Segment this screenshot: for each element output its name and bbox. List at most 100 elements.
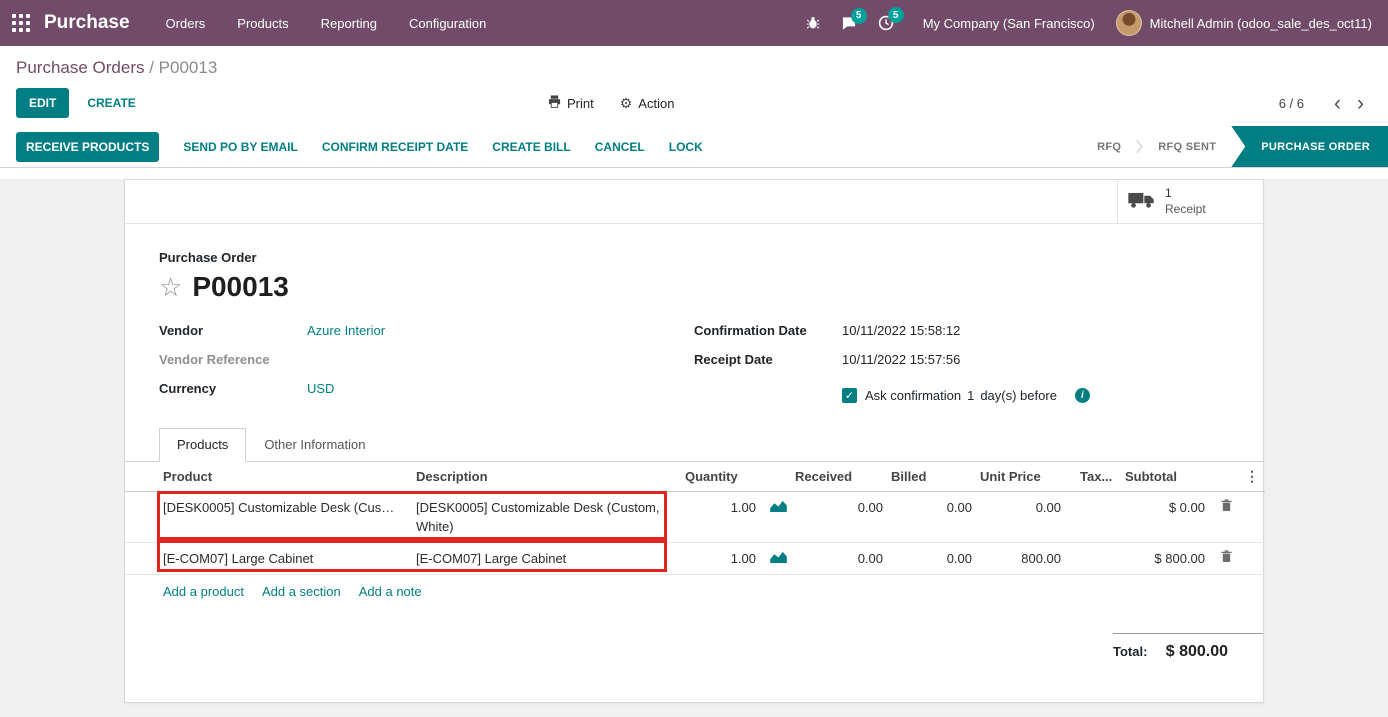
cell-product[interactable]: [E-COM07] Large Cabinet bbox=[163, 549, 397, 568]
col-taxes[interactable]: Tax... bbox=[1069, 462, 1125, 492]
stage-purchase-order[interactable]: PURCHASE ORDER bbox=[1231, 126, 1388, 167]
company-switcher[interactable]: My Company (San Francisco) bbox=[923, 16, 1095, 31]
printer-icon bbox=[548, 95, 561, 111]
order-lines-table: Product Description Quantity Received Bi… bbox=[125, 462, 1265, 575]
debug-bug-icon[interactable] bbox=[806, 16, 820, 30]
action-label: Action bbox=[638, 96, 674, 111]
table-header-row: Product Description Quantity Received Bi… bbox=[125, 462, 1265, 492]
cell-unit-price[interactable]: 0.00 bbox=[980, 492, 1069, 543]
pager-next-icon[interactable]: › bbox=[1349, 93, 1372, 114]
col-unit-price[interactable]: Unit Price bbox=[980, 462, 1069, 492]
statusbar-buttons: RECEIVE PRODUCTS SEND PO BY EMAIL CONFIR… bbox=[0, 126, 703, 167]
menu-reporting[interactable]: Reporting bbox=[307, 10, 391, 37]
cell-subtotal: $ 800.00 bbox=[1125, 543, 1213, 575]
menu-configuration[interactable]: Configuration bbox=[395, 10, 500, 37]
cell-description[interactable]: [E-COM07] Large Cabinet bbox=[405, 543, 685, 575]
pager-previous-icon[interactable]: ‹ bbox=[1326, 93, 1349, 114]
col-quantity[interactable]: Quantity bbox=[685, 462, 795, 492]
stage-rfq[interactable]: RFQ bbox=[1082, 126, 1136, 167]
statusbar: RECEIVE PRODUCTS SEND PO BY EMAIL CONFIR… bbox=[0, 126, 1388, 168]
vendor-value[interactable]: Azure Interior bbox=[307, 323, 385, 338]
ask-confirmation-checkbox[interactable]: ✓ bbox=[842, 388, 857, 403]
action-menu[interactable]: ⚙ Action bbox=[620, 95, 675, 112]
col-description[interactable]: Description bbox=[405, 462, 685, 492]
record-type-label: Purchase Order bbox=[159, 250, 1229, 265]
edit-button[interactable]: EDIT bbox=[16, 88, 69, 118]
top-navbar: Purchase Orders Products Reporting Confi… bbox=[0, 0, 1388, 46]
avatar bbox=[1116, 10, 1142, 36]
menu-orders[interactable]: Orders bbox=[152, 10, 220, 37]
add-a-product-link[interactable]: Add a product bbox=[163, 584, 244, 599]
col-subtotal[interactable]: Subtotal bbox=[1125, 462, 1213, 492]
vendor-reference-label: Vendor Reference bbox=[159, 352, 307, 367]
print-label: Print bbox=[567, 96, 594, 111]
cell-quantity[interactable]: 1.00 bbox=[731, 549, 756, 568]
cancel-button[interactable]: CANCEL bbox=[595, 140, 645, 154]
cell-quantity[interactable]: 1.00 bbox=[731, 498, 756, 517]
ask-confirmation-days[interactable]: 1 bbox=[967, 388, 974, 403]
receipt-stat-button[interactable]: 1 Receipt bbox=[1117, 180, 1263, 223]
app-name[interactable]: Purchase bbox=[44, 12, 130, 34]
tab-other-information[interactable]: Other Information bbox=[246, 428, 383, 462]
tab-products[interactable]: Products bbox=[159, 428, 246, 462]
col-billed[interactable]: Billed bbox=[891, 462, 980, 492]
menu-products[interactable]: Products bbox=[223, 10, 302, 37]
confirm-receipt-date-button[interactable]: CONFIRM RECEIPT DATE bbox=[322, 140, 468, 154]
breadcrumb-parent[interactable]: Purchase Orders bbox=[16, 58, 145, 77]
cell-taxes[interactable] bbox=[1069, 492, 1125, 543]
add-a-note-link[interactable]: Add a note bbox=[359, 584, 422, 599]
lock-button[interactable]: LOCK bbox=[669, 140, 703, 154]
receipt-label: Receipt bbox=[1165, 202, 1206, 216]
cell-product[interactable]: [DESK0005] Customizable Desk (Custom,… bbox=[163, 498, 397, 517]
cell-unit-price[interactable]: 800.00 bbox=[980, 543, 1069, 575]
apps-grid-icon[interactable] bbox=[12, 14, 30, 32]
total-value: $ 800.00 bbox=[1166, 643, 1228, 661]
delete-row-trash-icon[interactable] bbox=[1221, 499, 1232, 512]
field-group-right: Confirmation Date 10/11/2022 15:58:12 Re… bbox=[694, 323, 1229, 410]
user-menu[interactable]: Mitchell Admin (odoo_sale_des_oct11) bbox=[1116, 10, 1372, 36]
cell-received[interactable]: 0.00 bbox=[795, 492, 891, 543]
col-received[interactable]: Received bbox=[795, 462, 891, 492]
cell-taxes[interactable] bbox=[1069, 543, 1125, 575]
forecast-chart-icon[interactable] bbox=[770, 498, 787, 517]
activities-badge: 5 bbox=[888, 7, 904, 23]
cell-billed[interactable]: 0.00 bbox=[891, 492, 980, 543]
col-product[interactable]: Product bbox=[125, 462, 405, 492]
ask-confirmation-suffix: day(s) before bbox=[980, 388, 1057, 403]
create-button[interactable]: CREATE bbox=[87, 96, 135, 110]
gear-icon: ⚙ bbox=[620, 95, 633, 112]
table-row[interactable]: [DESK0005] Customizable Desk (Custom,… [… bbox=[125, 492, 1265, 543]
favorite-star-icon[interactable]: ☆ bbox=[159, 274, 182, 300]
send-po-by-email-button[interactable]: SEND PO BY EMAIL bbox=[183, 140, 297, 154]
currency-value[interactable]: USD bbox=[307, 381, 334, 396]
table-row[interactable]: [E-COM07] Large Cabinet [E-COM07] Large … bbox=[125, 543, 1265, 575]
messages-icon[interactable]: 5 bbox=[841, 16, 857, 31]
field-groups: Vendor Azure Interior Vendor Reference C… bbox=[125, 323, 1263, 410]
print-menu[interactable]: Print bbox=[548, 95, 594, 111]
field-group-left: Vendor Azure Interior Vendor Reference C… bbox=[159, 323, 694, 410]
pager-value: 6 / 6 bbox=[1279, 96, 1304, 111]
breadcrumb-current: P00013 bbox=[159, 58, 218, 77]
cell-billed[interactable]: 0.00 bbox=[891, 543, 980, 575]
total-label: Total: bbox=[1113, 644, 1147, 659]
cell-description[interactable]: [DESK0005] Customizable Desk (Custom, Wh… bbox=[405, 492, 685, 543]
add-a-section-link[interactable]: Add a section bbox=[262, 584, 341, 599]
delete-row-trash-icon[interactable] bbox=[1221, 550, 1232, 563]
stage-rfq-sent[interactable]: RFQ SENT bbox=[1143, 126, 1231, 167]
button-box-row: 1 Receipt bbox=[125, 180, 1263, 224]
notebook-tabs: Products Other Information bbox=[125, 428, 1263, 462]
activities-clock-icon[interactable]: 5 bbox=[878, 15, 894, 31]
ask-confirmation-label: Ask confirmation bbox=[865, 388, 961, 403]
receive-products-button[interactable]: RECEIVE PRODUCTS bbox=[16, 132, 159, 162]
create-bill-button[interactable]: CREATE BILL bbox=[492, 140, 570, 154]
confirmation-date-value: 10/11/2022 15:58:12 bbox=[842, 323, 960, 338]
main-menu: Orders Products Reporting Configuration bbox=[152, 10, 501, 37]
breadcrumb: Purchase Orders / P00013 bbox=[0, 46, 1388, 80]
list-footer-links: Add a product Add a section Add a note bbox=[125, 575, 1263, 599]
cell-received[interactable]: 0.00 bbox=[795, 543, 891, 575]
forecast-chart-icon[interactable] bbox=[770, 549, 787, 568]
optional-columns-kebab-icon[interactable]: ⋮ bbox=[1221, 467, 1259, 486]
messages-badge: 5 bbox=[851, 8, 867, 24]
truck-icon bbox=[1128, 192, 1155, 211]
control-panel: EDIT CREATE Print ⚙ Action 6 / 6 ‹ › bbox=[0, 80, 1388, 126]
